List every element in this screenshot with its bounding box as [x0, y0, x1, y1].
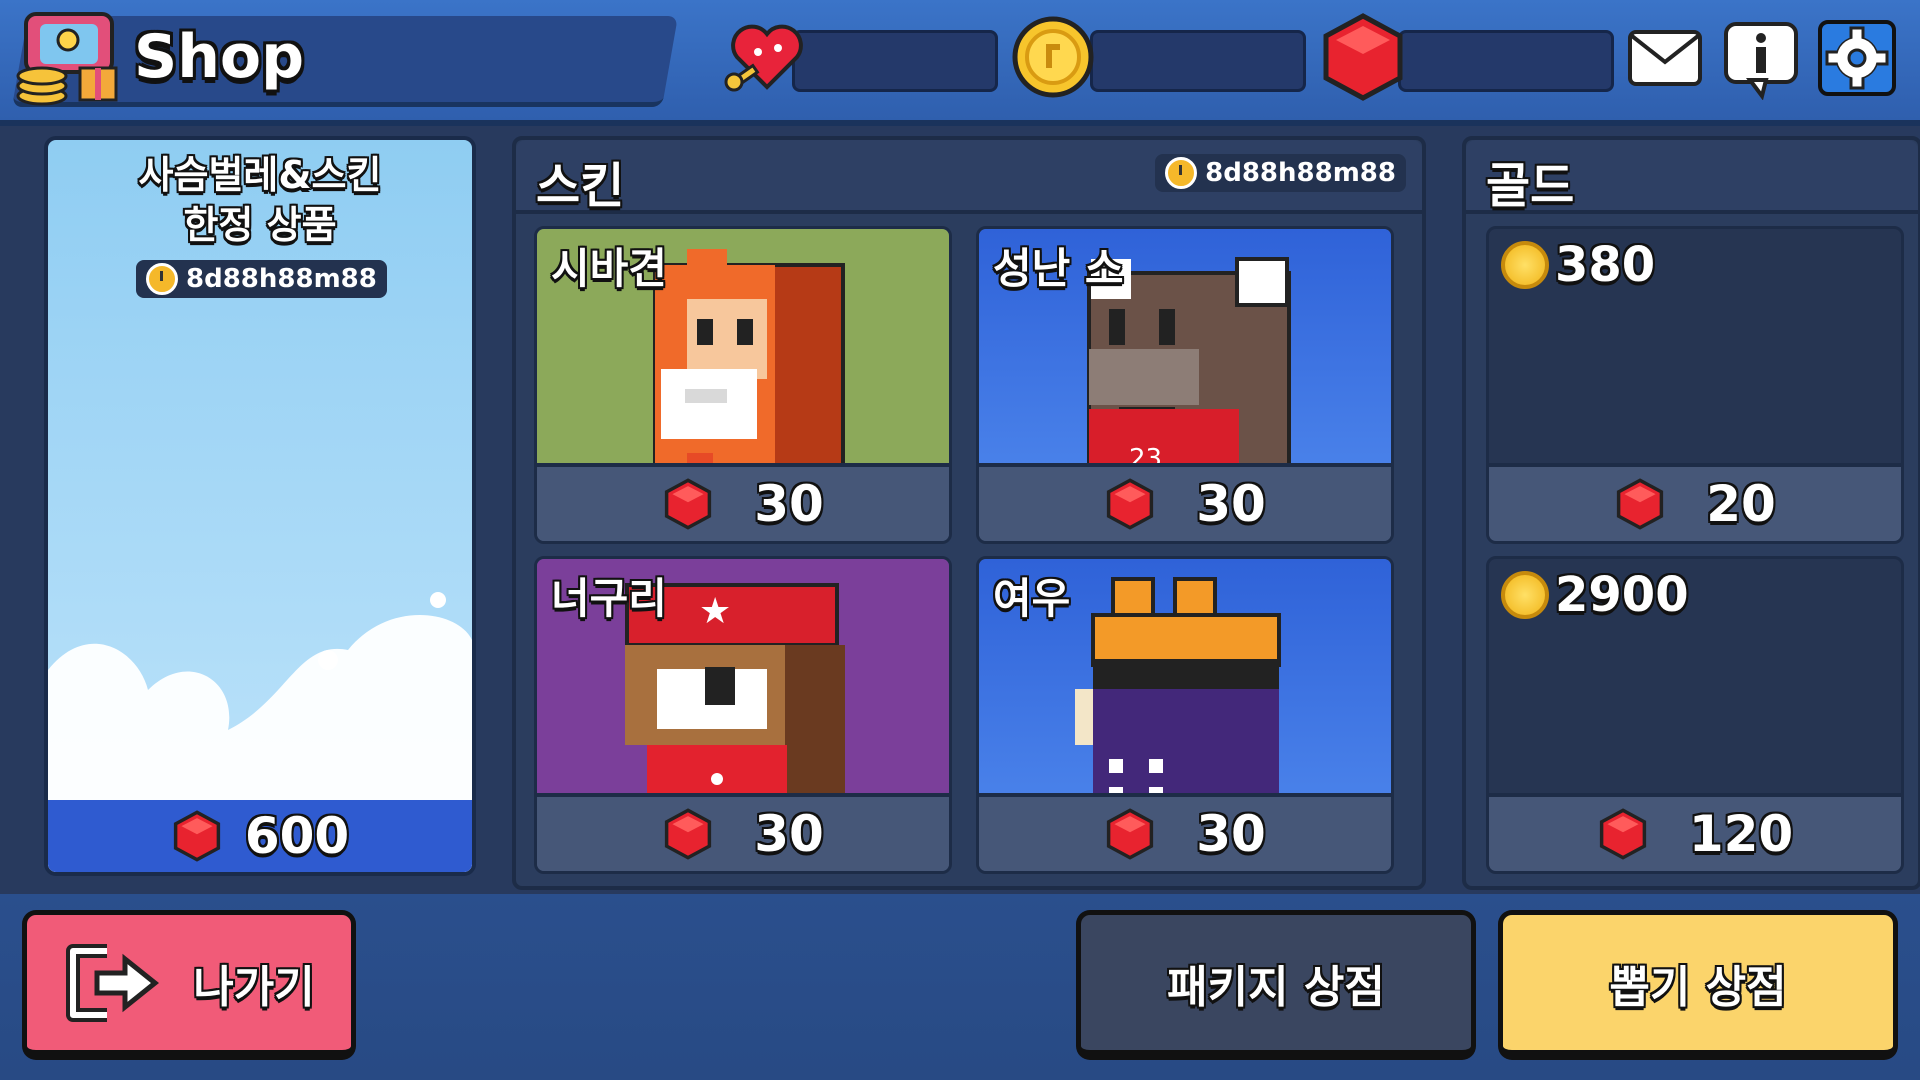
ruby-counter	[1398, 30, 1614, 92]
gold-panel-title: 골드	[1486, 158, 1575, 214]
gold-pack-amount-value: 380	[1555, 237, 1656, 293]
skin-timer-text: 8d88h88m88	[1205, 158, 1396, 188]
skin-card-shiba[interactable]: 시바견 30	[534, 226, 952, 544]
gold-panel: 골드 380 20 2900 120	[1462, 136, 1920, 890]
gold-pack-price-value: 20	[1706, 475, 1776, 533]
svg-text:★: ★	[699, 591, 731, 632]
skin-panel: 스킨 8d88h88m88 시바견 30 23 성난 소 30 ★ 너구리 30…	[512, 136, 1426, 890]
skin-price-shiba: 30	[537, 463, 949, 541]
ruby-gem-icon	[173, 810, 220, 862]
skin-panel-title: 스킨	[536, 158, 625, 214]
gold-coin-icon	[1501, 571, 1549, 619]
exit-button[interactable]: 나가기	[22, 910, 356, 1060]
ruby-gem-icon	[1323, 13, 1403, 101]
gold-pack-amount-value: 2900	[1555, 567, 1689, 623]
package-shop-button[interactable]: 패키지 상점	[1076, 910, 1476, 1060]
skin-card-raccoon[interactable]: ★ 너구리 30	[534, 556, 952, 874]
ruby-gem-icon	[665, 478, 712, 530]
gold-pack-amount: 380	[1501, 237, 1655, 293]
ruby-gem-icon	[1617, 478, 1664, 530]
info-icon	[1724, 22, 1798, 101]
ruby-gem-icon	[1599, 808, 1646, 860]
mail-button[interactable]	[1626, 20, 1704, 96]
info-button[interactable]	[1722, 20, 1800, 101]
exit-door-icon	[66, 943, 160, 1022]
promo-timer-text: 8d88h88m88	[186, 264, 377, 294]
skin-timer: 8d88h88m88	[1155, 154, 1406, 192]
alarm-clock-icon	[1165, 157, 1198, 189]
alarm-clock-icon	[146, 263, 178, 295]
gold-panel-header: 골드	[1466, 140, 1918, 214]
skin-panel-header: 스킨 8d88h88m88	[516, 140, 1422, 214]
heart-key-icon	[724, 24, 803, 92]
skin-price-fox: 30	[979, 793, 1391, 871]
gold-pack-price-value: 120	[1688, 805, 1794, 863]
gold-pack-card[interactable]: 2900 120	[1486, 556, 1904, 874]
gold-pack-card[interactable]: 380 20	[1486, 226, 1904, 544]
promo-title-line2: 한정 상품	[183, 203, 337, 247]
package-shop-label: 패키지 상점	[1167, 961, 1385, 1013]
gold-coin-icon	[1012, 16, 1094, 98]
promo-title-line1: 사슴벌레&스킨	[138, 153, 382, 197]
skin-name-bull: 성난 소	[993, 244, 1124, 293]
skin-card-fox[interactable]: 여우 30	[976, 556, 1394, 874]
skin-price-value: 30	[754, 805, 824, 863]
page-title: Shop	[134, 22, 305, 92]
ruby-gem-icon	[1107, 478, 1154, 530]
skin-name-fox: 여우	[993, 574, 1071, 623]
gold-counter	[1090, 30, 1306, 92]
skin-name-raccoon: 너구리	[551, 574, 667, 623]
promo-price-bar: 600	[48, 800, 472, 872]
promo-timer: 8d88h88m88	[136, 260, 387, 298]
settings-button[interactable]	[1818, 20, 1896, 96]
shop-chest-icon	[16, 12, 118, 106]
gold-pack-price: 120	[1489, 793, 1901, 871]
limited-offer-card[interactable]: 사슴벌레&스킨 한정 상품 8d88h88m88 600	[44, 136, 476, 876]
ruby-gem-icon	[665, 808, 712, 860]
gacha-shop-label: 뽑기 상점	[1609, 961, 1787, 1013]
ruby-gem-icon	[1107, 808, 1154, 860]
skin-price-bull: 30	[979, 463, 1391, 541]
skin-price-raccoon: 30	[537, 793, 949, 871]
gear-icon	[1825, 26, 1889, 90]
skin-price-value: 30	[1196, 475, 1266, 533]
top-bar: Shop	[0, 0, 1920, 126]
skin-price-value: 30	[754, 475, 824, 533]
skin-price-value: 30	[1196, 805, 1266, 863]
promo-price: 600	[244, 807, 350, 865]
exit-button-label: 나가기	[193, 961, 315, 1013]
gold-coin-icon	[1501, 241, 1549, 289]
heart-key-counter	[792, 30, 998, 92]
gold-pack-amount: 2900	[1501, 567, 1689, 623]
mail-icon	[1628, 30, 1702, 86]
skin-card-bull[interactable]: 23 성난 소 30	[976, 226, 1394, 544]
gold-pack-price: 20	[1489, 463, 1901, 541]
skin-name-shiba: 시바견	[551, 244, 667, 293]
gacha-shop-button[interactable]: 뽑기 상점	[1498, 910, 1898, 1060]
